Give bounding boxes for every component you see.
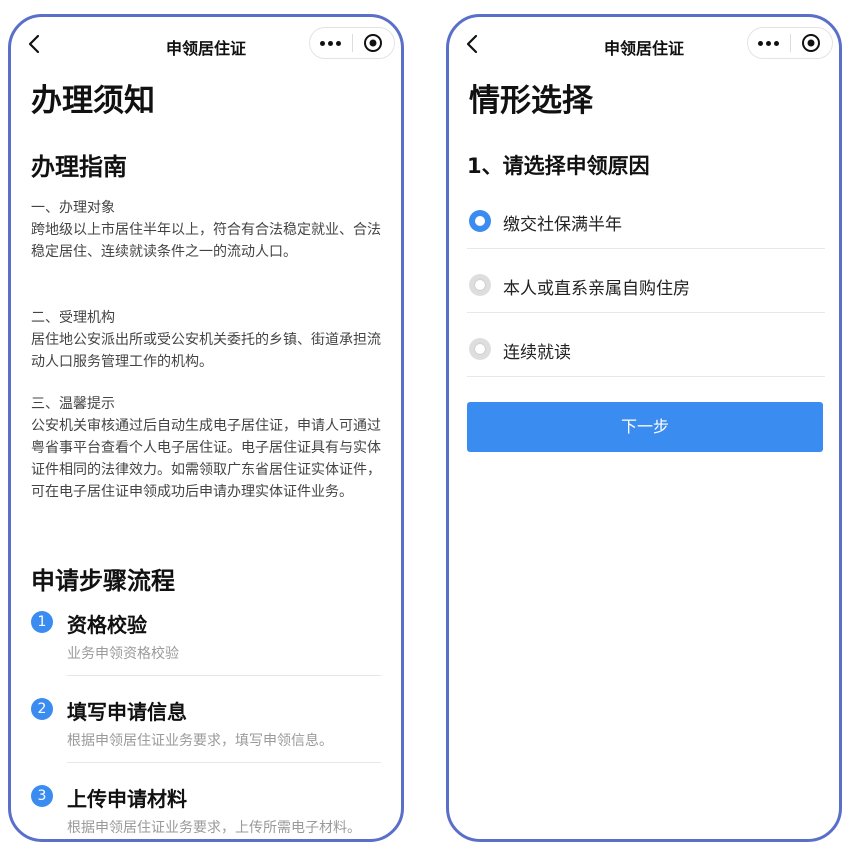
step-description: 根据申领居住证业务要求，填写申领信息。 — [67, 733, 333, 749]
radio-unchecked-icon[interactable] — [469, 274, 491, 296]
step-number-badge: 2 — [31, 698, 53, 720]
target-icon[interactable] — [790, 28, 832, 58]
page-title: 情形选择 — [469, 83, 593, 119]
mini-program-capsule — [747, 27, 833, 59]
section-heading: 二、受理机构 — [31, 310, 115, 326]
step-description: 业务申领资格校验 — [67, 646, 179, 662]
guide-screen: 申领居住证 办理须知 办理指南 一、办理对象 跨地级以上市居住半年以上，符合有合… — [8, 14, 404, 842]
navigation-bar: 申领居住证 — [11, 17, 401, 73]
next-step-button[interactable]: 下一步 — [467, 402, 823, 452]
option-label: 连续就读 — [503, 343, 571, 363]
reason-option-study[interactable]: 连续就读 — [467, 330, 825, 394]
situation-select-screen: 申领居住证 情形选择 1、请选择申领原因 缴交社保满半年 本人或直系亲属自购住房… — [446, 14, 842, 842]
more-dots-icon[interactable] — [748, 28, 790, 58]
section-body: 跨地级以上市居住半年以上，符合有合法稳定就业、合法稳定居住、连续就读条件之一的流… — [31, 222, 381, 260]
section-body: 公安机关审核通过后自动生成电子居住证，申请人可通过粤省事平台查看个人电子居住证。… — [31, 418, 381, 500]
step-description: 根据申领居住证业务要求，上传所需电子材料。 — [67, 820, 361, 836]
option-label: 本人或直系亲属自购住房 — [503, 279, 690, 299]
radio-checked-icon[interactable] — [469, 210, 491, 232]
step-number-badge: 1 — [31, 611, 53, 633]
guide-title: 办理指南 — [31, 153, 127, 181]
section-heading: 一、办理对象 — [31, 200, 115, 216]
step-divider — [67, 762, 381, 763]
guide-section-tips: 三、温馨提示 公安机关审核通过后自动生成电子居住证，申请人可通过粤省事平台查看个… — [31, 393, 383, 503]
reason-option-own-house[interactable]: 本人或直系亲属自购住房 — [467, 266, 825, 330]
option-divider — [467, 376, 825, 377]
guide-section-target: 一、办理对象 跨地级以上市居住半年以上，符合有合法稳定就业、合法稳定居住、连续就… — [31, 197, 383, 263]
question-title: 1、请选择申领原因 — [467, 154, 650, 178]
step-title: 填写申请信息 — [67, 700, 187, 724]
step-divider — [67, 675, 381, 676]
step-title: 上传申请材料 — [67, 787, 187, 811]
mini-program-capsule — [309, 27, 395, 59]
section-body: 居住地公安派出所或受公安机关委托的乡镇、街道承担流动人口服务管理工作的机构。 — [31, 332, 381, 370]
radio-unchecked-icon[interactable] — [469, 338, 491, 360]
more-dots-icon[interactable] — [310, 28, 352, 58]
guide-section-agency: 二、受理机构 居住地公安派出所或受公安机关委托的乡镇、街道承担流动人口服务管理工… — [31, 307, 383, 373]
step-title: 资格校验 — [67, 613, 147, 637]
option-label: 缴交社保满半年 — [503, 215, 622, 235]
step-number-badge: 3 — [31, 785, 53, 807]
reason-option-social-insurance[interactable]: 缴交社保满半年 — [467, 202, 825, 266]
option-divider — [467, 248, 825, 249]
steps-title: 申请步骤流程 — [31, 567, 175, 595]
navigation-bar: 申领居住证 — [449, 17, 839, 73]
page-title: 办理须知 — [31, 83, 155, 119]
target-icon[interactable] — [352, 28, 394, 58]
option-divider — [467, 312, 825, 313]
section-heading: 三、温馨提示 — [31, 396, 115, 412]
